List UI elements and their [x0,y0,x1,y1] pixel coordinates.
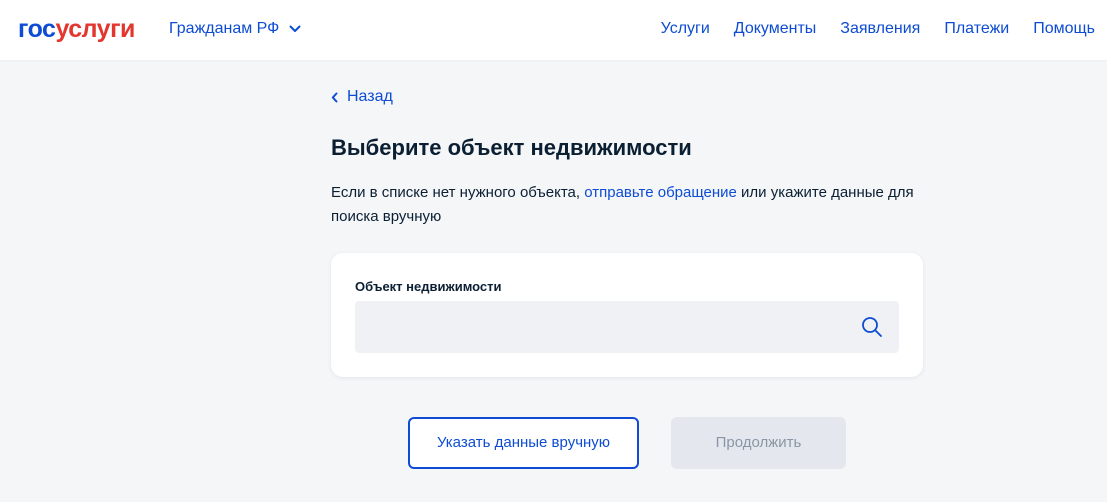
search-icon[interactable] [861,316,883,338]
region-label: Гражданам РФ [169,20,280,37]
nav-item-documents[interactable]: Документы [734,19,816,39]
back-label: Назад [347,88,393,105]
enter-manually-button[interactable]: Указать данные вручную [408,417,639,469]
description-text-before: Если в списке нет нужного объекта, [331,184,585,201]
continue-button[interactable]: Продолжить [671,417,846,469]
main-nav: Услуги Документы Заявления Платежи Помощ… [637,19,1095,39]
property-search-field [355,301,899,353]
nav-item-services[interactable]: Услуги [661,19,710,39]
nav-item-applications[interactable]: Заявления [840,19,920,39]
page-title: Выберите объект недвижимости [331,135,692,160]
gosuslugi-logo[interactable]: госуслуги [18,14,135,44]
chevron-down-icon [289,25,301,32]
send-request-link[interactable]: отправьте обращение [584,184,737,201]
top-header: госуслуги Гражданам РФ Услуги Документы … [0,0,1107,60]
page-description: Если в списке нет нужного объекта, отпра… [331,181,931,229]
chevron-left-icon [331,92,338,102]
nav-item-help[interactable]: Помощь [1033,19,1095,39]
nav-item-payments[interactable]: Платежи [944,19,1009,39]
logo-part-uslugi: услуги [55,15,135,43]
region-selector[interactable]: Гражданам РФ [169,19,301,39]
property-field-label: Объект недвижимости [355,279,502,294]
property-search-input[interactable] [355,301,899,353]
back-link[interactable]: Назад [331,87,393,107]
logo-part-gos: гос [18,15,56,43]
property-search-card: Объект недвижимости [331,253,923,377]
